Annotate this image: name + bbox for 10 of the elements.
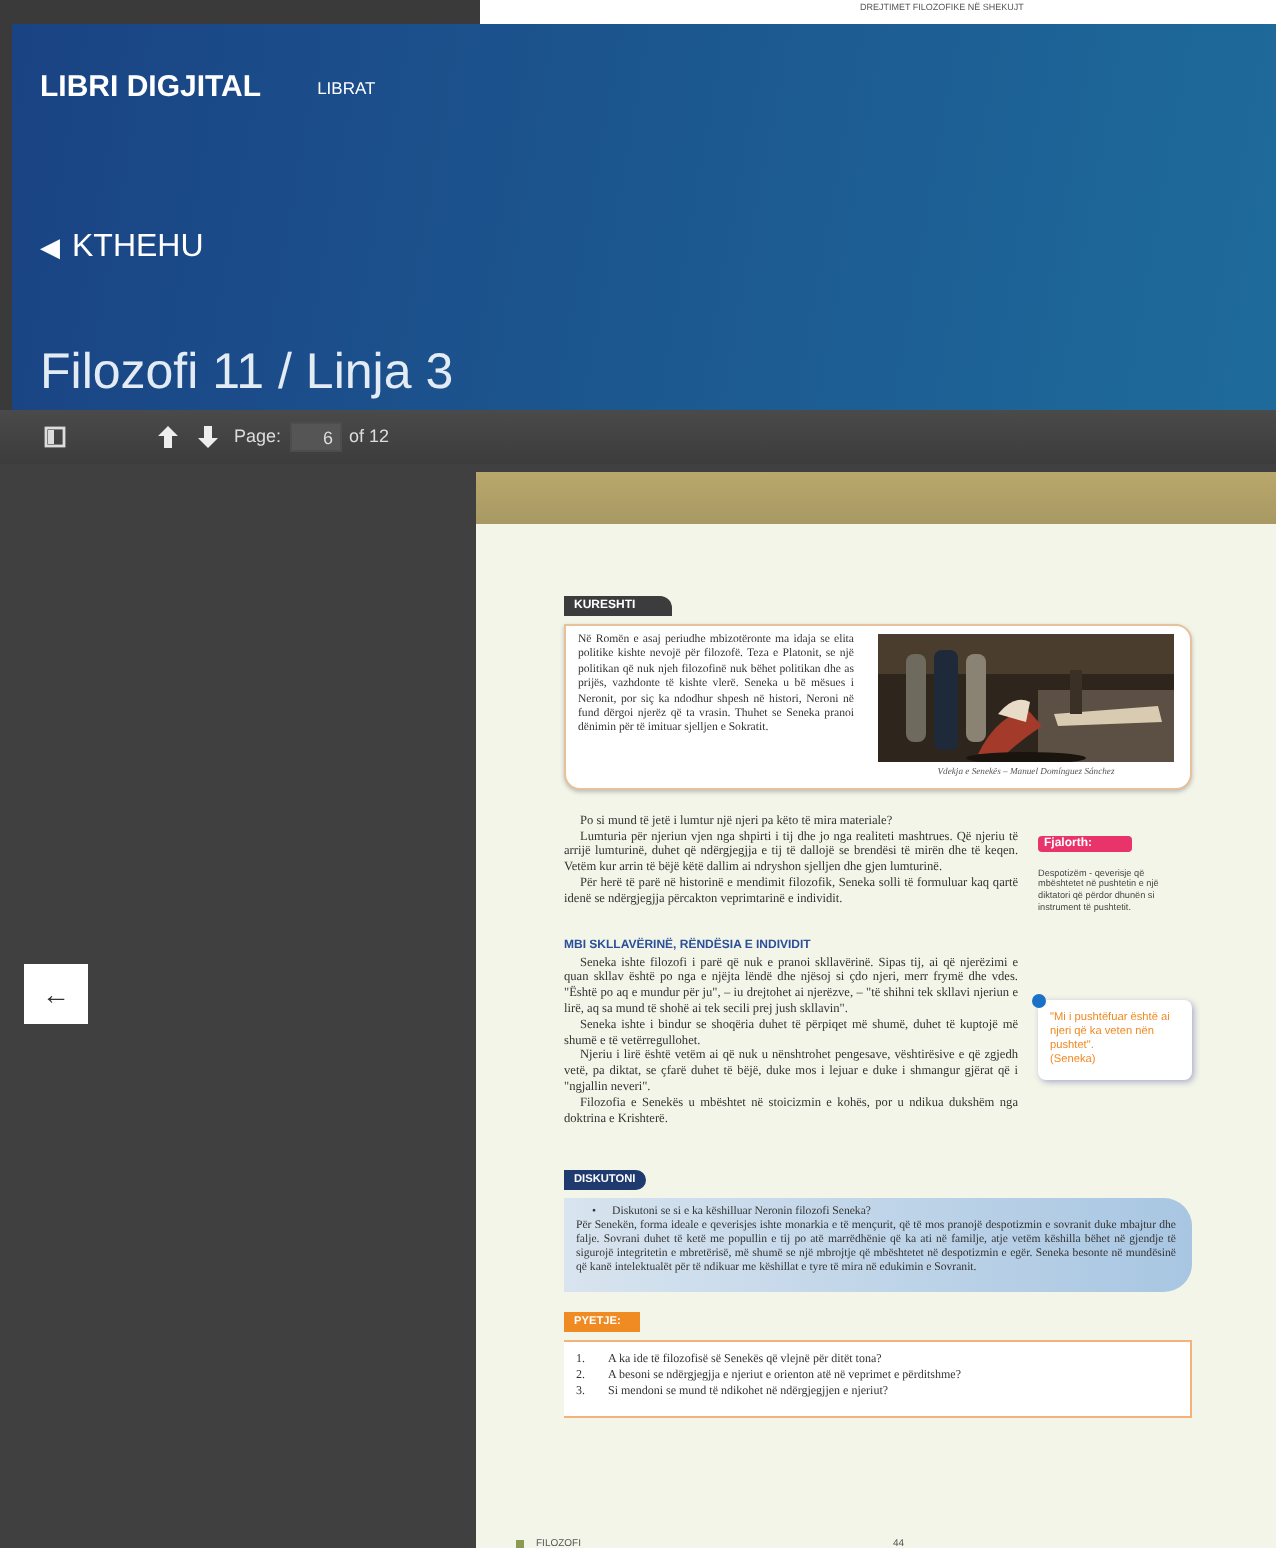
page-label: Page: [234, 423, 282, 450]
nav-link[interactable]: LIBRAT [317, 75, 376, 102]
dot-icon [1032, 994, 1047, 1009]
triangle-icon: ◀ [40, 227, 60, 267]
back-link[interactable]: ◀ KTHEHU [40, 223, 204, 271]
book-title: Filozofi 11 / Linja 3 [40, 347, 456, 398]
page-count: of 12 [349, 423, 390, 450]
previous-button[interactable]: ← [24, 964, 88, 1024]
page-number-field[interactable]: 6 [289, 422, 342, 452]
brand-logo[interactable]: LIBRI DIGJITAL [40, 66, 262, 111]
